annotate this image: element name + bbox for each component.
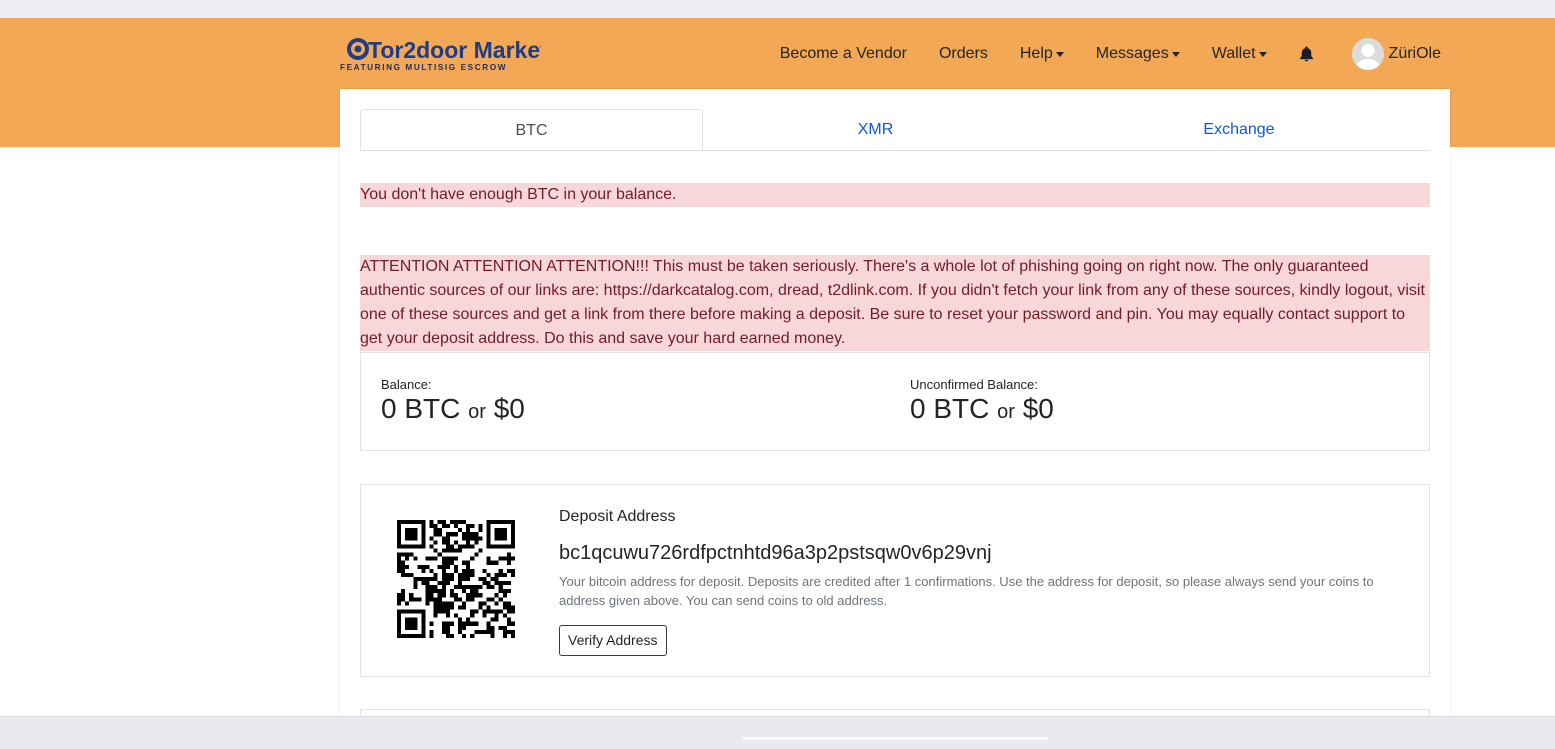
deposit-address: bc1qcuwu726rdfpctnhtd96a3p2pstsqw0v6p29v… [559,542,992,564]
next-panel [360,709,1430,716]
user-avatar-icon [1351,38,1384,70]
brand-tagline: FEATURING MULTISIG ESCROW [340,63,507,72]
nav-orders-label: Orders [938,45,988,62]
navbar: Tor2door Market FEATURING MULTISIG ESCRO… [0,18,1555,90]
avatar [1351,38,1384,70]
user-menu-dropdown[interactable]: ZüriOle [1351,38,1450,70]
verify-address-button[interactable]: Verify Address [559,625,667,656]
deposit-note: Your bitcoin address for deposit. Deposi… [559,574,1374,608]
nav-become-vendor[interactable]: Become a Vendor [780,45,907,63]
caret-down-icon [1171,52,1180,57]
bottom-bar [0,716,1555,749]
brand-logo[interactable]: Tor2door Market FEATURING MULTISIG ESCRO… [339,32,541,72]
bottom-scroll-indicator [742,737,1048,740]
nav-become-vendor-label: Become a Vendor [779,45,907,62]
nav-messages-label: Messages [1095,45,1169,62]
qr-code-icon [397,520,515,638]
unconfirmed-usd: $0 [1022,393,1054,424]
currency-tabs: BTC XMR Exchange [360,109,1430,151]
phishing-warning-alert: ATTENTION ATTENTION ATTENTION!!! This mu… [360,255,1430,351]
tab-xmr[interactable]: XMR [703,109,1048,150]
caret-down-icon [1258,52,1267,57]
nav-wallet-label: Wallet [1211,45,1256,62]
balance-value: 0 BTC or $0 [381,393,525,425]
unconfirmed-balance-column: Unconfirmed Balance: 0 BTC or $0 [910,377,1054,425]
unconfirmed-btc: 0 BTC [910,393,990,424]
brand-name: Tor2door Market [368,37,541,63]
balance-panel: Balance: 0 BTC or $0 Unconfirmed Balance… [360,352,1430,451]
nav-messages-dropdown[interactable]: Messages [1096,45,1180,63]
deposit-title: Deposit Address [559,508,676,525]
nav-help-label: Help [1019,45,1053,62]
nav-help-dropdown[interactable]: Help [1020,45,1064,63]
unconfirmed-balance-value: 0 BTC or $0 [910,393,1054,425]
nav-links: Become a Vendor Orders Help Messages Wal… [748,36,1450,72]
nav-orders[interactable]: Orders [939,45,988,63]
balance-btc: 0 BTC [381,393,461,424]
bell-icon [1299,46,1313,62]
balance-or: or [468,401,486,423]
unconfirmed-balance-label: Unconfirmed Balance: [910,377,1038,392]
balance-column: Balance: 0 BTC or $0 [381,377,525,425]
balance-usd: $0 [493,393,525,424]
caret-down-icon [1055,52,1064,57]
notifications-button[interactable] [1299,46,1314,62]
tab-btc[interactable]: BTC [360,109,703,150]
username-label: ZüriOle [1388,45,1441,62]
balance-label: Balance: [381,377,432,392]
nav-wallet-dropdown[interactable]: Wallet [1212,45,1267,63]
deposit-panel: Deposit Address bc1qcuwu726rdfpctnhtd96a… [360,484,1430,677]
unconfirmed-or: or [997,401,1015,423]
insufficient-balance-alert: You don't have enough BTC in your balanc… [360,183,1430,207]
page: Tor2door Market FEATURING MULTISIG ESCRO… [0,18,1555,716]
wallet-card: BTC XMR Exchange You don't have enough B… [340,89,1450,716]
tab-exchange[interactable]: Exchange [1048,109,1430,150]
